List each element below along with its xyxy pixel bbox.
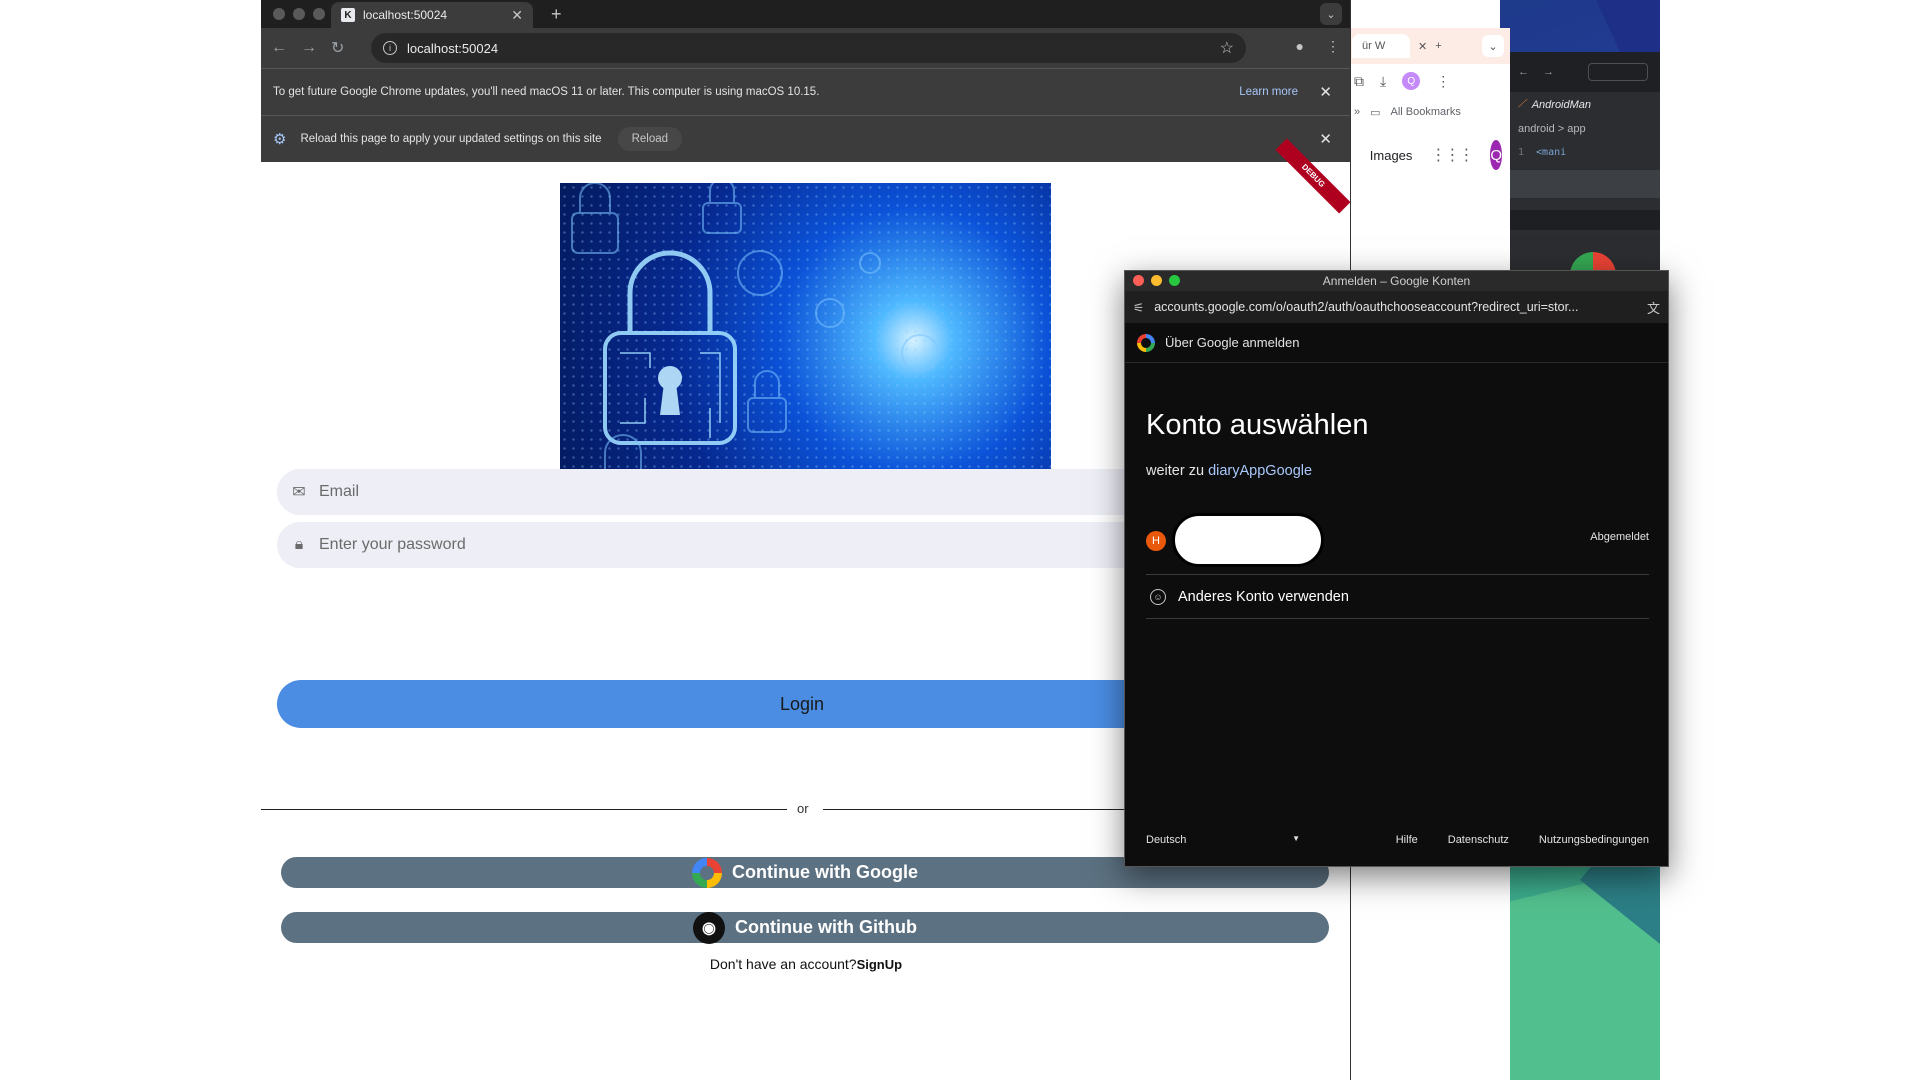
choose-account-heading: Konto auswählen [1146,409,1369,441]
popup-header-text: Über Google anmelden [1165,335,1300,350]
forward-arrow-icon[interactable]: → [1543,66,1554,78]
favicon-icon: K [341,8,355,22]
popup-url-text: accounts.google.com/o/oauth2/auth/oauthc… [1154,300,1579,314]
mail-icon: ✉ [292,484,306,501]
gear-icon: ⚙ [273,131,287,148]
zoom-window-button[interactable] [1169,275,1180,286]
close-icon[interactable]: ✕ [1319,83,1332,101]
close-window-button[interactable] [1133,275,1144,286]
settings-message: Reload this page to apply your updated s… [300,133,602,145]
new-tab-icon[interactable]: + [551,4,562,25]
tab-search-chevron-icon[interactable]: ⌄ [1320,3,1342,25]
google-logo-icon [1137,333,1155,352]
email-input[interactable] [319,483,1219,501]
profile-avatar[interactable]: Q [1402,72,1421,90]
help-link[interactable]: Hilfe [1396,834,1418,846]
ide-search-box[interactable] [1588,63,1648,81]
site-settings-icon[interactable]: ⚟ [1133,300,1144,315]
account-circle-icon: ☺ [1150,588,1166,605]
signup-prompt: Don't have an account? [709,956,857,972]
popup-address-bar[interactable]: ⚟ accounts.google.com/o/oauth2/auth/oaut… [1125,291,1668,323]
translate-icon[interactable]: 文 [1647,298,1660,317]
background-tab[interactable]: ür W [1352,34,1410,58]
popup-header: Über Google anmelden [1125,323,1668,363]
learn-more-link[interactable]: Learn more [1239,86,1298,98]
password-input[interactable] [319,536,1219,554]
chevron-down-icon[interactable]: ⌄ [1482,35,1504,57]
google-signin-popup: Anmelden – Google Konten ⚟ accounts.goog… [1124,270,1669,867]
bookmark-star-icon[interactable]: ☆ [1220,38,1234,58]
address-text: localhost:50024 [407,40,499,56]
use-another-account-label: Anderes Konto verwenden [1178,588,1349,605]
xml-file-icon: ⟋ [1518,98,1526,110]
forward-arrow-icon[interactable]: → [301,39,317,57]
tab-title: localhost:50024 [363,8,448,22]
popup-titlebar: Anmelden – Google Konten [1125,271,1668,291]
app-name-link[interactable]: diaryAppGoogle [1208,463,1312,479]
extensions-icon[interactable]: ⧉ [1354,73,1364,90]
security-hero-image [560,183,1051,511]
desktop-blank-area [1660,0,1920,1080]
redacted-account-info [1172,513,1324,567]
signup-link[interactable]: SignUp [857,957,903,972]
privacy-link[interactable]: Datenschutz [1448,834,1509,846]
close-window-button[interactable] [273,8,285,20]
signup-row: Don't have an account?SignUp [261,956,1351,972]
overflow-chevron-icon[interactable]: » [1354,106,1360,118]
apps-grid-icon[interactable]: ⋮⋮⋮ [1430,145,1474,165]
active-tab[interactable]: K localhost:50024 ✕ [331,2,533,28]
popup-footer: Deutsch ▼ Hilfe Datenschutz Nutzungsbedi… [1146,834,1649,846]
address-bar[interactable]: i localhost:50024 ☆ [371,33,1246,63]
account-avatar[interactable]: Q [1490,140,1503,170]
dropdown-caret-icon: ▼ [1292,834,1300,843]
back-arrow-icon[interactable]: ← [271,39,287,57]
use-another-account-item[interactable]: ☺ Anderes Konto verwenden [1146,575,1649,619]
minimize-window-button[interactable] [293,8,305,20]
ide-status-strip [1510,210,1660,230]
minimize-window-button[interactable] [1151,275,1162,286]
more-menu-icon[interactable]: ⋮ [1326,38,1340,55]
close-tab-icon[interactable]: ✕ [511,7,523,24]
download-icon[interactable]: ⤓ [1380,73,1386,90]
ide-code-line: 1 <mani [1518,147,1567,158]
github-signin-button[interactable]: ◉ Continue with Github [281,911,1329,944]
zoom-window-button[interactable] [313,8,325,20]
browser-toolbar: ← → ↻ i localhost:50024 ☆ ● ⋮ [261,28,1350,68]
github-logo-icon: ◉ [693,911,726,944]
ide-file-tab[interactable]: ⟋ AndroidMan [1510,92,1660,117]
profile-icon[interactable]: ● [1296,38,1304,55]
site-info-icon[interactable]: i [383,41,397,55]
update-message: To get future Google Chrome updates, you… [273,86,820,98]
language-select[interactable]: Deutsch ▼ [1146,834,1300,846]
reload-icon[interactable]: ↻ [331,38,344,58]
folder-icon: ▭ [1370,106,1381,119]
new-tab-icon[interactable]: + [1435,40,1441,52]
popup-window-title: Anmelden – Google Konten [1322,274,1471,288]
ide-breadcrumb[interactable]: android > app [1510,117,1660,141]
ide-panel [1510,170,1660,198]
images-link[interactable]: Images [1370,148,1413,163]
window-controls [261,8,325,20]
close-icon[interactable]: ✕ [1319,130,1332,148]
close-icon[interactable]: ✕ [1418,40,1427,53]
google-logo-icon [692,857,722,888]
google-signin-label: Continue with Google [732,862,918,882]
update-infobar: To get future Google Chrome updates, you… [261,68,1350,115]
all-bookmarks-link[interactable]: All Bookmarks [1391,106,1461,118]
back-arrow-icon[interactable]: ← [1518,66,1529,78]
ide-window: ← → ⟋ AndroidMan android > app 1 <mani [1510,52,1660,298]
continue-to-text: weiter zu diaryAppGoogle [1146,463,1313,479]
github-signin-label: Continue with Github [735,917,917,937]
more-menu-icon[interactable]: ⋮ [1436,73,1450,90]
tab-strip: K localhost:50024 ✕ + ⌄ [261,0,1350,28]
settings-infobar: ⚙ Reload this page to apply your updated… [261,115,1350,162]
terms-link[interactable]: Nutzungsbedingungen [1539,834,1649,846]
reload-button[interactable]: Reload [617,127,683,151]
account-avatar: H [1146,531,1166,551]
or-label: or [797,801,809,816]
lock-icon: 🔒︎ [294,536,304,553]
signed-out-status: Abgemeldet [1590,531,1649,543]
account-list-item[interactable]: H Abgemeldet [1146,511,1649,575]
